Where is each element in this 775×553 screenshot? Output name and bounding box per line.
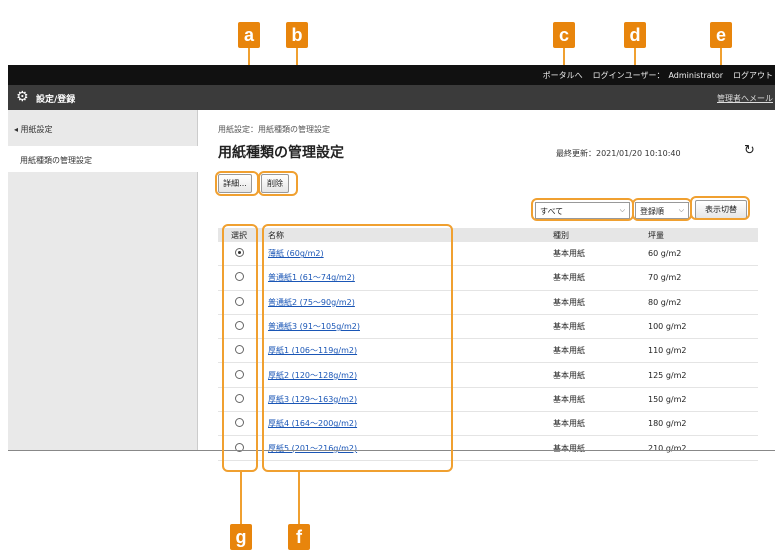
header-weight: 坪量: [648, 230, 664, 240]
callout-box-b: [258, 171, 298, 196]
paper-weight: 110 g/m2: [648, 346, 687, 356]
refresh-icon[interactable]: ↻: [744, 143, 755, 158]
paper-weight: 210 g/m2: [648, 443, 687, 453]
app-title: 設定/登録: [36, 95, 76, 105]
callout-box-e: [690, 196, 750, 220]
sidebar: ◂ 用紙設定 用紙種類の管理設定: [8, 110, 198, 450]
callout-line-f: [298, 472, 300, 524]
header-type: 種別: [553, 230, 569, 240]
callout-box-d: [632, 198, 692, 221]
paper-type: 基本用紙: [553, 394, 585, 404]
paper-weight: 125 g/m2: [648, 370, 687, 380]
callout-e: e: [710, 22, 732, 48]
title-bar: ⚙ 設定/登録 管理者へメール: [8, 85, 775, 110]
breadcrumb: 用紙設定：用紙種類の管理設定: [218, 125, 330, 134]
callout-box-a: [215, 171, 259, 196]
paper-type: 基本用紙: [553, 297, 585, 307]
gear-icon: ⚙: [16, 89, 29, 105]
callout-c: c: [553, 22, 575, 48]
paper-type: 基本用紙: [553, 419, 585, 429]
last-updated: 最終更新：2021/01/20 10:10:40: [556, 149, 681, 158]
paper-weight: 60 g/m2: [648, 249, 682, 259]
callout-box-g: [222, 224, 258, 472]
login-user: ログインユーザー： Administrator: [592, 71, 723, 80]
callout-b: b: [286, 22, 308, 48]
paper-type: 基本用紙: [553, 443, 585, 453]
paper-weight: 80 g/m2: [648, 297, 682, 307]
portal-link[interactable]: ポータルへ: [543, 70, 583, 81]
callout-f: f: [288, 524, 310, 550]
paper-weight: 100 g/m2: [648, 322, 687, 332]
page-title: 用紙種類の管理設定: [218, 145, 344, 161]
paper-weight: 180 g/m2: [648, 419, 687, 429]
sidebar-back-link[interactable]: ◂ 用紙設定: [14, 124, 53, 135]
callout-g: g: [230, 524, 252, 550]
paper-type: 基本用紙: [553, 249, 585, 259]
paper-type: 基本用紙: [553, 322, 585, 332]
callout-d: d: [624, 22, 646, 48]
logout-link[interactable]: ログアウト: [733, 70, 773, 81]
paper-type: 基本用紙: [553, 273, 585, 283]
top-bar: ポータルへ ログインユーザー： Administrator ログアウト: [8, 65, 775, 85]
paper-type: 基本用紙: [553, 346, 585, 356]
sidebar-item-paper-type[interactable]: 用紙種類の管理設定: [8, 146, 198, 172]
callout-box-f: [262, 224, 453, 472]
paper-weight: 150 g/m2: [648, 394, 687, 404]
mail-admin-link[interactable]: 管理者へメール: [717, 93, 773, 104]
callout-box-c: [531, 198, 634, 221]
callout-a: a: [238, 22, 260, 48]
paper-weight: 70 g/m2: [648, 273, 682, 283]
callout-line-g: [240, 472, 242, 524]
paper-type: 基本用紙: [553, 370, 585, 380]
